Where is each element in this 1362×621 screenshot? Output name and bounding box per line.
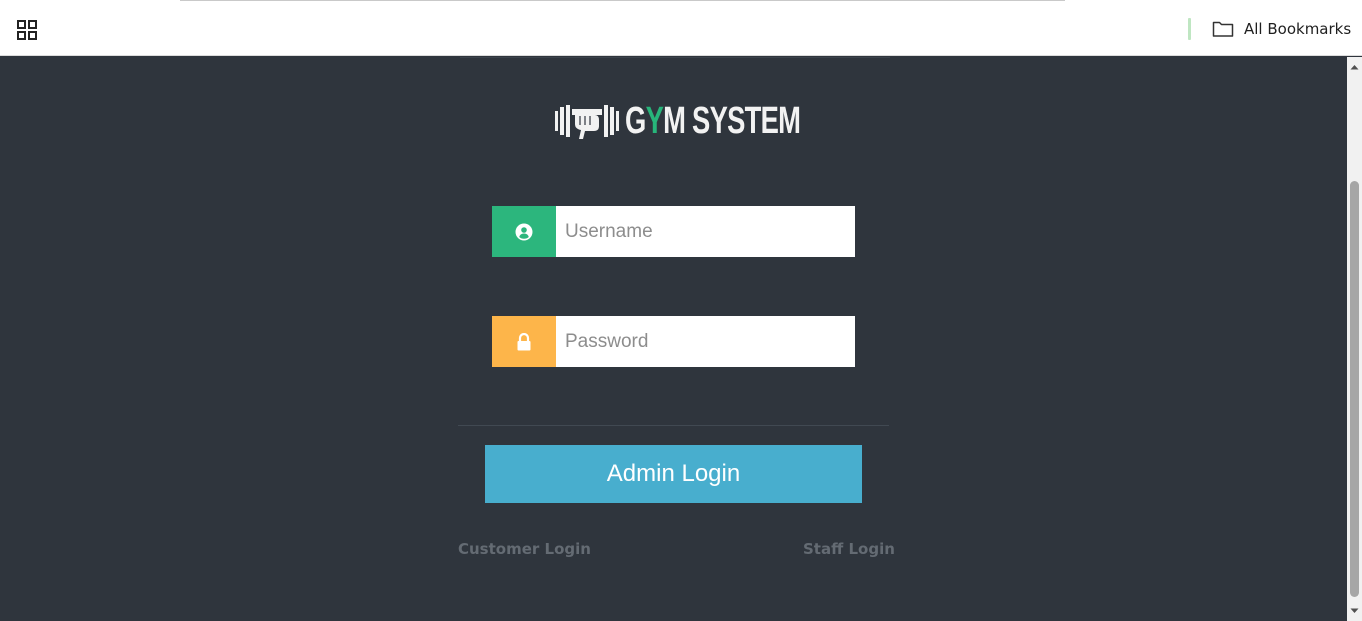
username-group xyxy=(492,206,855,257)
folder-icon xyxy=(1212,21,1234,37)
dumbbell-fist-icon xyxy=(555,105,619,139)
staff-login-link[interactable]: Staff Login xyxy=(803,540,895,558)
form-divider xyxy=(458,425,889,426)
all-bookmarks-button[interactable]: All Bookmarks xyxy=(1212,16,1351,42)
scrollbar-thumb[interactable] xyxy=(1350,181,1359,597)
bookmarks-divider xyxy=(1188,18,1191,40)
admin-login-button[interactable]: Admin Login xyxy=(485,445,862,503)
header-edge xyxy=(460,57,890,58)
password-group xyxy=(492,316,855,367)
password-addon xyxy=(492,316,556,367)
scroll-down-arrow-icon[interactable] xyxy=(1347,603,1362,619)
username-input[interactable] xyxy=(556,206,855,257)
page-scrollbar[interactable] xyxy=(1347,57,1362,621)
password-input[interactable] xyxy=(556,316,855,367)
customer-login-link[interactable]: Customer Login xyxy=(458,540,591,558)
username-addon xyxy=(492,206,556,257)
apps-grid-icon[interactable] xyxy=(14,17,40,43)
user-circle-icon xyxy=(515,223,533,240)
scroll-up-arrow-icon[interactable] xyxy=(1347,59,1362,75)
tab-strip-edge xyxy=(180,0,1065,1)
bookmarks-bar: All Bookmarks xyxy=(0,0,1362,56)
logo-text: GYM SYSTEM xyxy=(625,100,801,142)
gym-system-logo: GYM SYSTEM xyxy=(553,99,801,143)
lock-icon xyxy=(517,332,531,350)
all-bookmarks-label: All Bookmarks xyxy=(1244,20,1352,38)
